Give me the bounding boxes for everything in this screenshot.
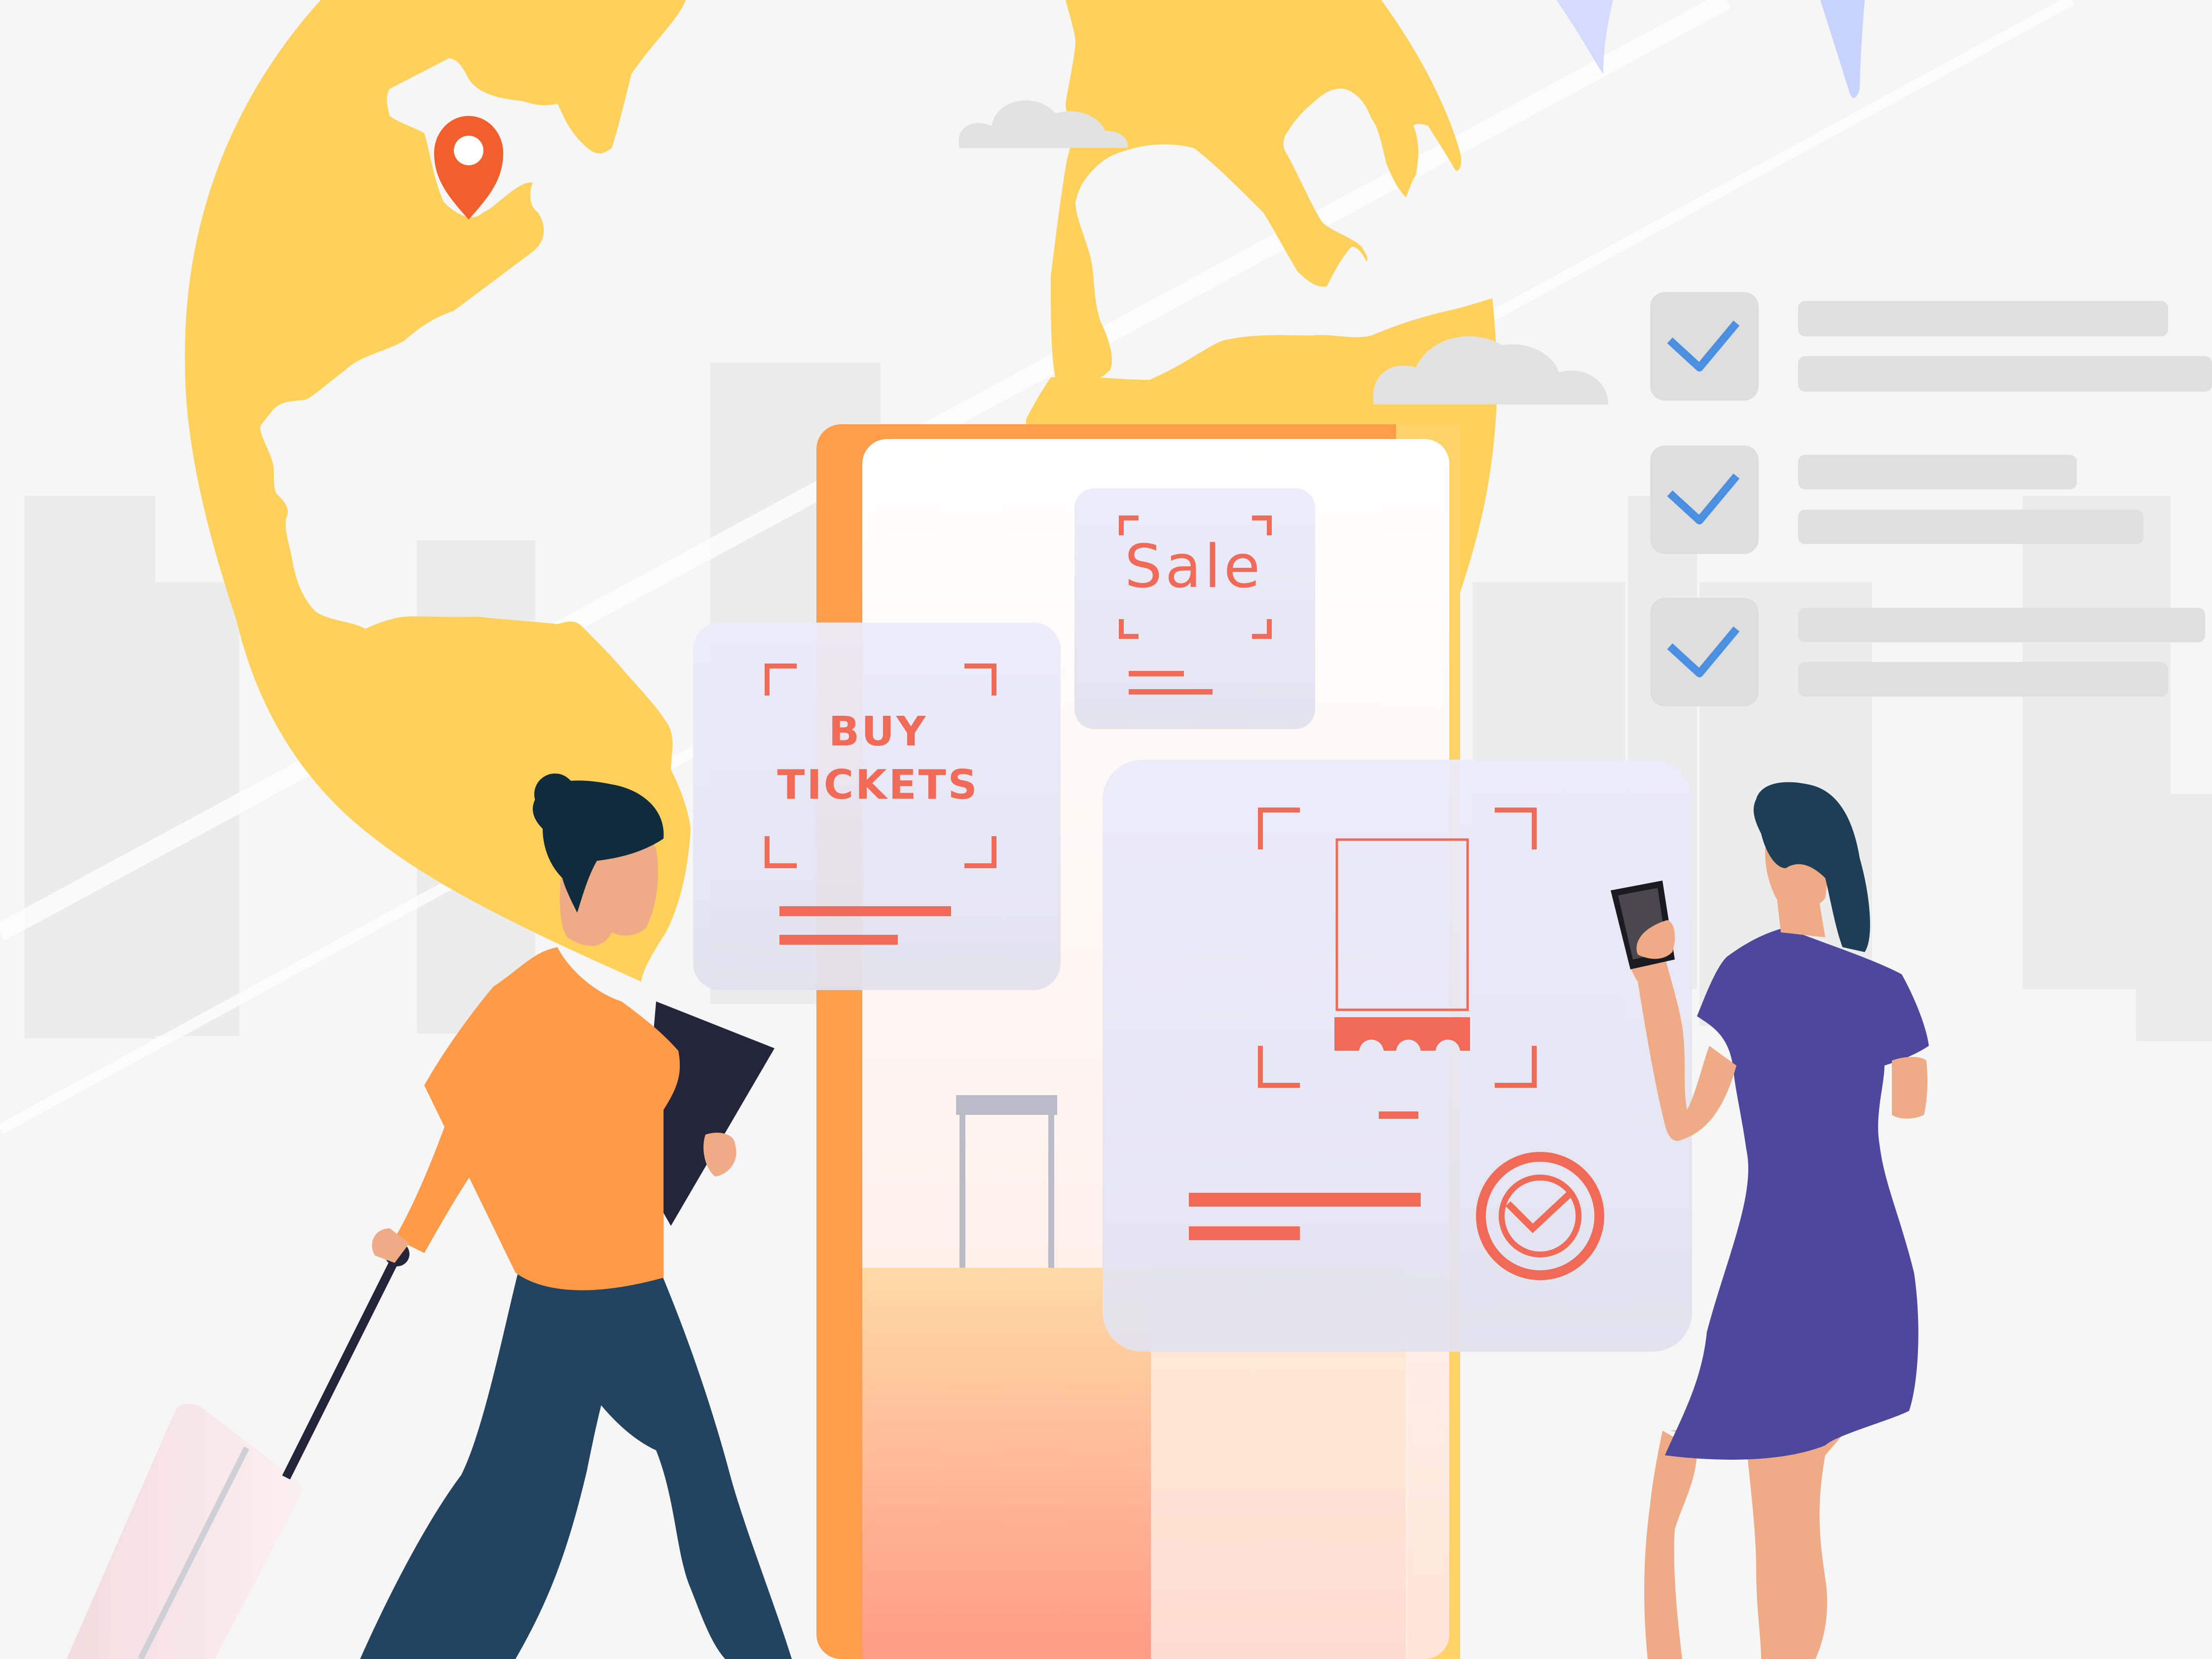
travel-booking-illustration [0, 0, 2212, 1659]
buy-tickets-line1: BUY [828, 708, 928, 755]
sale-label: Sale [1124, 533, 1263, 601]
checklist-item [1650, 292, 2212, 401]
ticket-card [1103, 760, 1692, 1352]
buy-tickets-line2: TICKETS [777, 762, 979, 809]
rolling-luggage [67, 1242, 409, 1659]
sale-card [1074, 488, 1315, 729]
buy-tickets-label: BUY TICKETS [696, 705, 1061, 812]
